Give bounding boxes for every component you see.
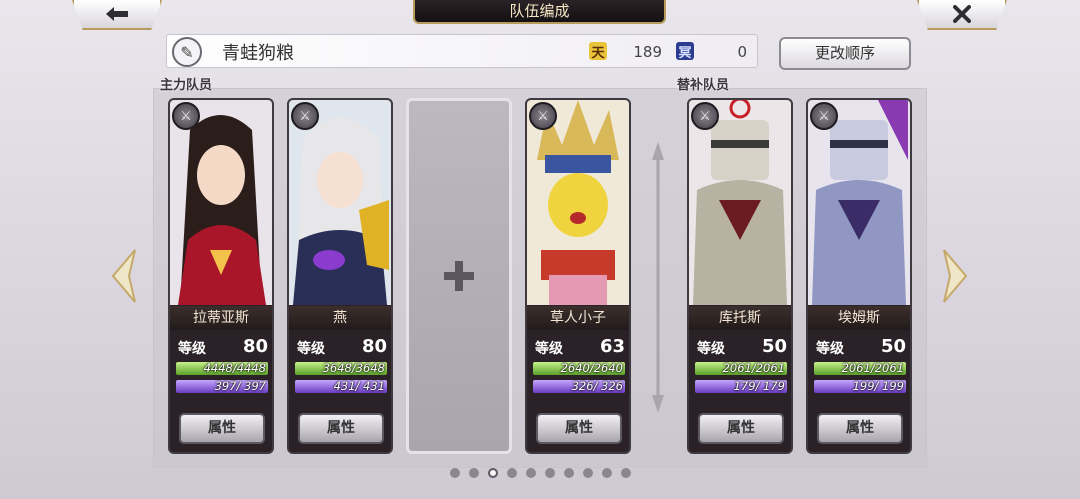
chevron-right-icon: [943, 249, 968, 303]
level-value: 50: [761, 336, 787, 357]
close-button[interactable]: [917, 0, 1007, 30]
hell-icon: 冥: [676, 42, 694, 61]
level-label: 等级: [535, 341, 563, 357]
page-dot[interactable]: [601, 468, 612, 478]
attribute-button[interactable]: 属性: [817, 413, 903, 444]
hp-value: 2640/2640: [560, 361, 623, 375]
weapon-icon: ⚔: [172, 102, 200, 130]
member-name: 草人小子: [527, 306, 629, 330]
member-card-1[interactable]: ⚔ 拉蒂亚斯 等级 80 4448/4448 397/ 397 属性: [168, 98, 274, 454]
page-dot[interactable]: [449, 468, 460, 478]
page-dot[interactable]: [544, 468, 555, 478]
mp-value: 397/ 397: [214, 379, 266, 393]
mp-bar: 179/ 179: [695, 379, 787, 393]
sub-member-card-2[interactable]: ⚔ 埃姆斯 等级 50 2061/2061 199/ 199 属性: [806, 98, 912, 454]
hp-bar: 4448/4448: [176, 361, 268, 375]
team-name: 青蛙狗粮: [222, 43, 294, 64]
level-value: 80: [361, 336, 387, 357]
level-row: 等级 80: [297, 336, 387, 358]
weapon-icon: ⚔: [529, 102, 557, 130]
character-portrait: [808, 100, 910, 305]
level-value: 63: [599, 336, 625, 357]
member-name: 燕: [289, 306, 391, 330]
page-dot[interactable]: [468, 468, 479, 478]
sub-member-card-1[interactable]: ⚔ 库托斯 等级 50 2061/2061 179/ 179 属性: [687, 98, 793, 454]
chevron-left-icon: [111, 249, 136, 303]
level-row: 等级 63: [535, 336, 625, 358]
mp-value: 326/ 326: [571, 379, 623, 393]
hp-value: 2061/2061: [722, 361, 785, 375]
hp-value: 3648/3648: [322, 361, 385, 375]
level-label: 等级: [297, 341, 325, 357]
mp-bar: 199/ 199: [814, 379, 906, 393]
level-label: 等级: [816, 341, 844, 357]
empty-member-slot[interactable]: [406, 98, 512, 454]
hp-bar: 2061/2061: [695, 361, 787, 375]
page-dot[interactable]: [506, 468, 517, 478]
mp-bar: 326/ 326: [533, 379, 625, 393]
hp-value: 4448/4448: [203, 361, 266, 375]
arrow-left-icon: [106, 7, 128, 21]
mp-value: 431/ 431: [333, 379, 385, 393]
character-portrait: [689, 100, 791, 305]
back-button[interactable]: [72, 0, 162, 30]
next-page-button[interactable]: [941, 248, 971, 304]
level-value: 50: [880, 336, 906, 357]
mp-bar: 397/ 397: [176, 379, 268, 393]
heaven-value: 189: [633, 43, 662, 61]
edit-name-button[interactable]: ✎: [172, 37, 202, 67]
page-indicator: [449, 465, 631, 483]
hp-bar: 2061/2061: [814, 361, 906, 375]
level-row: 等级 80: [178, 336, 268, 358]
mp-value: 179/ 179: [733, 379, 785, 393]
character-portrait: [527, 100, 629, 305]
heaven-icon: 天: [589, 42, 607, 61]
sub-members-label: 替补队员: [677, 78, 730, 93]
page-dot[interactable]: [582, 468, 593, 478]
level-row: 等级 50: [697, 336, 787, 358]
hp-bar: 3648/3648: [295, 361, 387, 375]
level-value: 80: [242, 336, 268, 357]
hp-bar: 2640/2640: [533, 361, 625, 375]
mp-value: 199/ 199: [852, 379, 904, 393]
member-card-3[interactable]: ⚔ 草人小子 等级 63 2640/2640 326/ 326 属性: [525, 98, 631, 454]
member-name: 埃姆斯: [808, 306, 910, 330]
character-portrait: [170, 100, 272, 305]
weapon-icon: ⚔: [291, 102, 319, 130]
page-title: 队伍编成: [413, 0, 666, 24]
attribute-button[interactable]: 属性: [698, 413, 784, 444]
mp-bar: 431/ 431: [295, 379, 387, 393]
level-label: 等级: [697, 341, 725, 357]
page-dot[interactable]: [620, 468, 631, 478]
attribute-button[interactable]: 属性: [179, 413, 265, 444]
hp-value: 2061/2061: [841, 361, 904, 375]
level-label: 等级: [178, 341, 206, 357]
page-dot[interactable]: [487, 468, 498, 478]
prev-page-button[interactable]: [108, 248, 138, 304]
change-order-button[interactable]: 更改顺序: [779, 37, 911, 70]
close-icon: [953, 5, 971, 23]
member-name: 拉蒂亚斯: [170, 306, 272, 330]
page-dot[interactable]: [525, 468, 536, 478]
main-members-label: 主力队员: [160, 78, 213, 93]
hell-value: 0: [737, 43, 747, 61]
attribute-button[interactable]: 属性: [298, 413, 384, 444]
attribute-button[interactable]: 属性: [536, 413, 622, 444]
member-name: 库托斯: [689, 306, 791, 330]
weapon-icon: ⚔: [810, 102, 838, 130]
member-card-2[interactable]: ⚔ 燕 等级 80 3648/3648 431/ 431 属性: [287, 98, 393, 454]
plus-icon: [444, 261, 474, 291]
character-portrait: [289, 100, 391, 305]
section-divider: [652, 142, 664, 413]
page-dot[interactable]: [563, 468, 574, 478]
level-row: 等级 50: [816, 336, 906, 358]
weapon-icon: ⚔: [691, 102, 719, 130]
pen-icon: ✎: [180, 42, 194, 62]
